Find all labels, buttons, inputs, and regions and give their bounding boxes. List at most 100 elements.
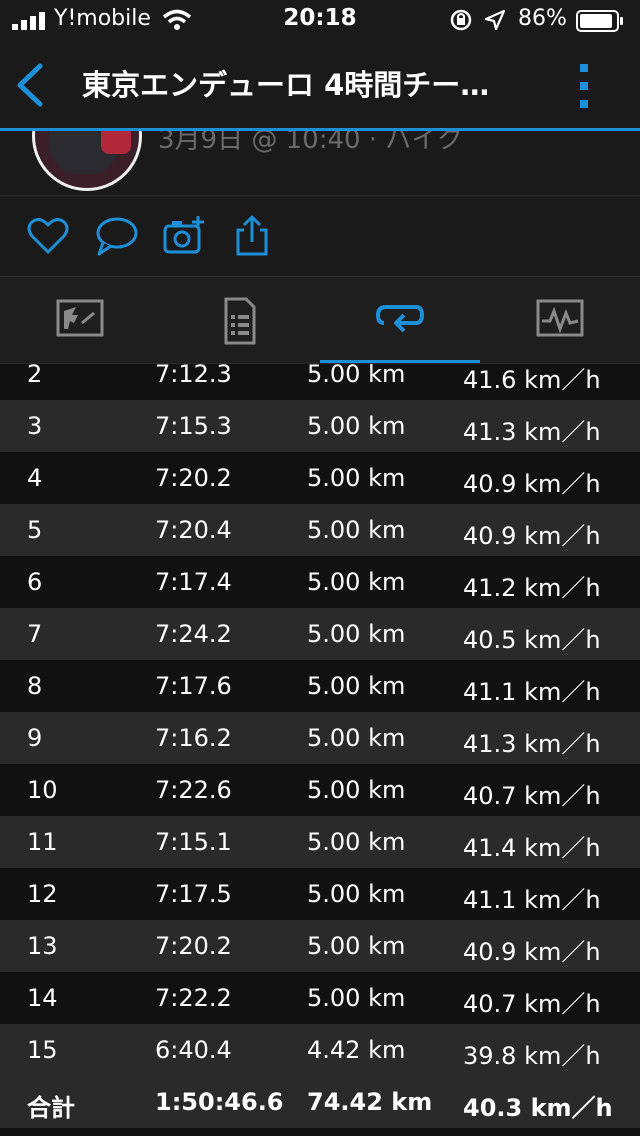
lap-distance: 5.00 km: [307, 464, 406, 492]
add-photo-camera-icon[interactable]: [162, 214, 206, 258]
lap-number: 10: [27, 776, 58, 804]
lap-time: 7:22.6: [155, 776, 232, 804]
table-row[interactable]: 14 7:22.2 5.00 km 40.7 km／h: [0, 972, 640, 1024]
rotation-lock-icon: [450, 9, 472, 31]
lap-time: 7:24.2: [155, 620, 232, 648]
table-row[interactable]: 13 7:20.2 5.00 km 40.9 km／h: [0, 920, 640, 972]
lap-distance: 5.00 km: [307, 984, 406, 1012]
like-heart-icon[interactable]: [26, 214, 70, 258]
tab-laps[interactable]: [320, 277, 480, 363]
table-row[interactable]: 15 6:40.4 4.42 km 39.8 km／h: [0, 1024, 640, 1076]
lap-number: 5: [27, 516, 43, 544]
lap-number: 8: [27, 672, 43, 700]
more-vertical-icon[interactable]: [574, 62, 594, 110]
location-arrow-icon: [484, 9, 506, 31]
lap-speed: 41.1 km／h: [463, 678, 601, 706]
document-list-icon: [224, 297, 256, 345]
total-row[interactable]: 合計 1:50:46.6 74.42 km 40.3 km／h: [0, 1076, 640, 1128]
stats-chart-icon: [56, 299, 104, 337]
lap-number: 4: [27, 464, 43, 492]
lap-time: 7:17.5: [155, 880, 232, 908]
tab-details[interactable]: [160, 277, 320, 363]
lap-speed: 40.9 km／h: [463, 470, 601, 498]
back-chevron-icon[interactable]: [14, 62, 44, 108]
battery-percent: 86%: [518, 6, 567, 31]
table-row[interactable]: 2 7:12.3 5.00 km 41.6 km／h: [0, 364, 640, 400]
lap-number: 2: [27, 364, 43, 388]
table-row[interactable]: 10 7:22.6 5.00 km 40.7 km／h: [0, 764, 640, 816]
lap-distance: 5.00 km: [307, 672, 406, 700]
laps-table-viewport[interactable]: 2 7:12.3 5.00 km 41.6 km／h 3 7:15.3 5.00 km 41.…: [0, 364, 640, 1136]
lap-speed: 40.5 km／h: [463, 626, 601, 654]
lap-number: 合計: [27, 1094, 75, 1122]
lap-speed: 39.8 km／h: [463, 1042, 601, 1070]
lap-time: 7:17.4: [155, 568, 232, 596]
lap-distance: 5.00 km: [307, 828, 406, 856]
table-row[interactable]: 8 7:17.6 5.00 km 41.1 km／h: [0, 660, 640, 712]
activity-header: 3月9日 @ 10:40 · バイク: [0, 131, 640, 195]
table-row[interactable]: 6 7:17.4 5.00 km 41.2 km／h: [0, 556, 640, 608]
lap-distance: 5.00 km: [307, 880, 406, 908]
lap-speed: 41.2 km／h: [463, 574, 601, 602]
lap-number: 7: [27, 620, 43, 648]
lap-time: 7:20.2: [155, 464, 232, 492]
lap-distance: 5.00 km: [307, 568, 406, 596]
lap-speed: 41.6 km／h: [463, 366, 601, 394]
comment-bubble-icon[interactable]: [95, 214, 139, 258]
lap-number: 9: [27, 724, 43, 752]
navigation-bar: 東京エンデューロ 4時間チー…: [0, 40, 640, 128]
lap-time: 7:15.1: [155, 828, 232, 856]
lap-distance: 74.42 km: [307, 1088, 433, 1116]
activity-subtitle: 3月9日 @ 10:40 · バイク: [158, 131, 463, 155]
table-row[interactable]: 9 7:16.2 5.00 km 41.3 km／h: [0, 712, 640, 764]
lap-time: 1:50:46.6: [155, 1088, 284, 1116]
battery-icon: [576, 10, 623, 32]
tab-bar: [0, 277, 640, 363]
table-row[interactable]: 7 7:24.2 5.00 km 40.5 km／h: [0, 608, 640, 660]
lap-speed: 40.9 km／h: [463, 938, 601, 966]
tab-stats[interactable]: [0, 277, 160, 363]
lap-distance: 5.00 km: [307, 412, 406, 440]
lap-time: 7:20.2: [155, 932, 232, 960]
lap-time: 7:16.2: [155, 724, 232, 752]
laps-table: 2 7:12.3 5.00 km 41.6 km／h 3 7:15.3 5.00 km 41.…: [0, 364, 640, 1128]
lap-speed: 41.4 km／h: [463, 834, 601, 862]
lap-time: 7:17.6: [155, 672, 232, 700]
lap-distance: 5.00 km: [307, 364, 406, 388]
status-bar: Y!mobile 20:18 86%: [0, 0, 640, 40]
lap-distance: 5.00 km: [307, 620, 406, 648]
lap-number: 6: [27, 568, 43, 596]
lap-speed: 40.9 km／h: [463, 522, 601, 550]
avatar[interactable]: [32, 131, 142, 191]
lap-number: 3: [27, 412, 43, 440]
lap-speed: 40.3 km／h: [463, 1094, 613, 1122]
lap-distance: 5.00 km: [307, 776, 406, 804]
table-row[interactable]: 11 7:15.1 5.00 km 41.4 km／h: [0, 816, 640, 868]
lap-distance: 5.00 km: [307, 516, 406, 544]
table-row[interactable]: 4 7:20.2 5.00 km 40.9 km／h: [0, 452, 640, 504]
lap-speed: 41.1 km／h: [463, 886, 601, 914]
share-icon[interactable]: [230, 214, 274, 258]
page-title: 東京エンデューロ 4時間チー…: [82, 68, 490, 102]
lap-speed: 41.3 km／h: [463, 730, 601, 758]
lap-number: 11: [27, 828, 58, 856]
table-row[interactable]: 5 7:20.4 5.00 km 40.9 km／h: [0, 504, 640, 556]
lap-number: 14: [27, 984, 58, 1012]
lap-time: 7:15.3: [155, 412, 232, 440]
table-row[interactable]: 12 7:17.5 5.00 km 41.1 km／h: [0, 868, 640, 920]
lap-distance: 5.00 km: [307, 932, 406, 960]
lap-time: 7:12.3: [155, 364, 232, 388]
lap-number: 12: [27, 880, 58, 908]
lap-speed: 41.3 km／h: [463, 418, 601, 446]
lap-distance: 4.42 km: [307, 1036, 406, 1064]
laps-loop-icon: [376, 305, 424, 333]
activity-graph-icon: [536, 299, 584, 337]
table-row[interactable]: 3 7:15.3 5.00 km 41.3 km／h: [0, 400, 640, 452]
lap-speed: 40.7 km／h: [463, 990, 601, 1018]
lap-speed: 40.7 km／h: [463, 782, 601, 810]
lap-time: 7:20.4: [155, 516, 232, 544]
tab-charts[interactable]: [480, 277, 640, 363]
lap-distance: 5.00 km: [307, 724, 406, 752]
lap-time: 6:40.4: [155, 1036, 232, 1064]
lap-number: 15: [27, 1036, 58, 1064]
